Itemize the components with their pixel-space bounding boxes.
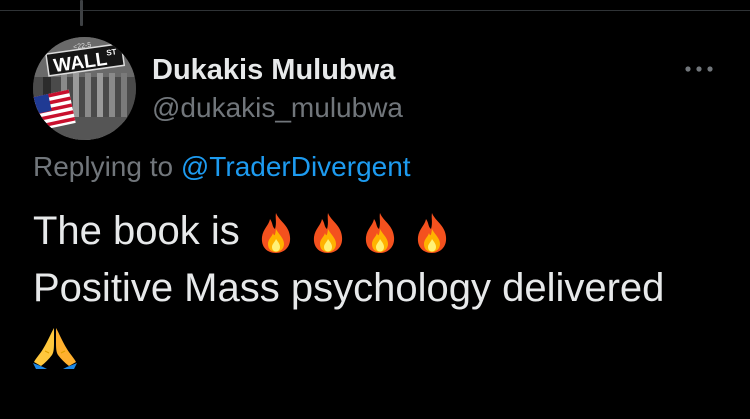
thread-connector-line bbox=[80, 0, 83, 26]
tweet-body-text-1: The book is bbox=[33, 209, 240, 253]
fire-emoji-icon bbox=[412, 211, 452, 255]
wall-street-sign-avatar-icon: WALL ST <22-5 bbox=[33, 37, 136, 140]
fire-emoji-icon bbox=[360, 211, 400, 255]
avatar[interactable]: WALL ST <22-5 bbox=[33, 37, 136, 140]
replying-to-label: Replying to bbox=[33, 151, 174, 182]
top-divider bbox=[0, 10, 750, 11]
replying-to-line: Replying to @TraderDivergent bbox=[33, 151, 411, 183]
user-handle[interactable]: @dukakis_mulubwa bbox=[152, 92, 403, 124]
tweet-body-line-2: Positive Mass psychology delivered bbox=[33, 266, 665, 310]
tweet-screen: WALL ST <22-5 Dukakis Mulubwa @dukakis_m… bbox=[0, 0, 750, 419]
fire-emoji-icon bbox=[256, 211, 296, 255]
tweet-body: The book is Positive Mass psychology del… bbox=[33, 203, 733, 374]
fire-emoji-icon bbox=[308, 211, 348, 255]
folded-hands-emoji-icon bbox=[33, 325, 77, 370]
tweet-body-line-1: The book is bbox=[33, 203, 733, 260]
replying-to-mention-link[interactable]: @TraderDivergent bbox=[181, 151, 411, 182]
display-name[interactable]: Dukakis Mulubwa bbox=[152, 54, 395, 87]
svg-text:ST: ST bbox=[106, 47, 117, 57]
ellipsis-icon[interactable] bbox=[682, 59, 716, 79]
tweet-body-line-3 bbox=[33, 317, 733, 374]
